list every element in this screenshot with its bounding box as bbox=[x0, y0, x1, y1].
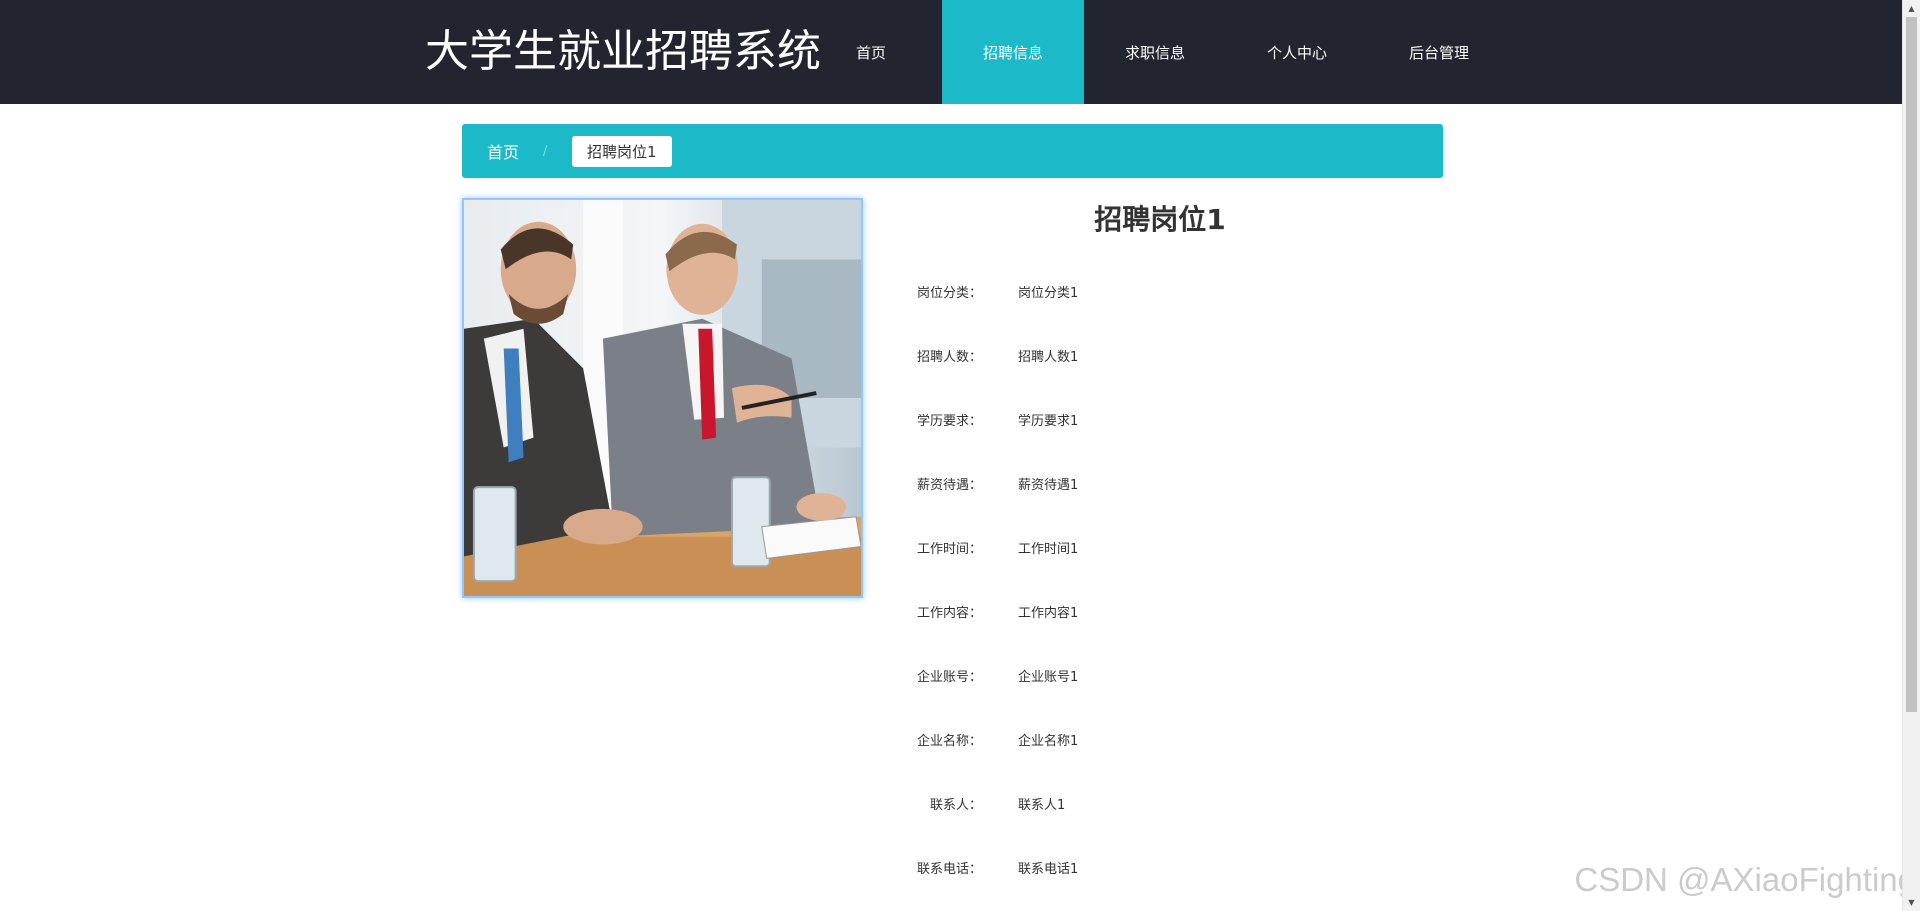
breadcrumb-separator: / bbox=[543, 143, 548, 159]
label-job-category: 岗位分类： bbox=[916, 286, 982, 301]
detail-row: 企业账号： 企业账号1 bbox=[880, 654, 1440, 718]
detail-row: 企业名称： 企业名称1 bbox=[880, 718, 1440, 782]
detail-row: 学历要求： 学历要求1 bbox=[880, 398, 1440, 462]
value-work-time: 工作时间1 bbox=[1018, 542, 1079, 557]
nav-admin[interactable]: 后台管理 bbox=[1368, 0, 1510, 104]
breadcrumb-home-link[interactable]: 首页 bbox=[487, 124, 519, 178]
detail-row: 薪资待遇： 薪资待遇1 bbox=[880, 462, 1440, 526]
value-company-account: 企业账号1 bbox=[1018, 670, 1079, 685]
csdn-watermark: CSDN @AXiaoFighting bbox=[1574, 861, 1916, 898]
job-details: 岗位分类： 岗位分类1 招聘人数： 招聘人数1 学历要求： 学历要求1 薪资待遇… bbox=[880, 270, 1440, 910]
scroll-up-arrow-icon[interactable]: ▲ bbox=[1903, 0, 1920, 17]
scroll-down-arrow-icon[interactable]: ▼ bbox=[1903, 894, 1920, 911]
value-company-name: 企业名称1 bbox=[1018, 734, 1079, 749]
label-work-content: 工作内容： bbox=[916, 606, 982, 621]
detail-row: 工作时间： 工作时间1 bbox=[880, 526, 1440, 590]
job-title: 招聘岗位1 bbox=[1094, 203, 1226, 236]
job-photo-image bbox=[464, 200, 861, 596]
detail-row: 工作内容： 工作内容1 bbox=[880, 590, 1440, 654]
nav-home[interactable]: 首页 bbox=[800, 0, 942, 104]
value-contact-phone: 联系电话1 bbox=[1018, 862, 1079, 877]
label-contact-person: 联系人： bbox=[929, 798, 982, 813]
label-headcount: 招聘人数： bbox=[916, 350, 982, 365]
detail-row: 联系人： 联系人1 bbox=[880, 782, 1440, 846]
top-header: 大学生就业招聘系统 首页 招聘信息 求职信息 个人中心 后台管理 bbox=[0, 0, 1902, 104]
nav-personal-center[interactable]: 个人中心 bbox=[1226, 0, 1368, 104]
label-education: 学历要求： bbox=[916, 414, 982, 429]
job-photo bbox=[462, 198, 863, 598]
site-title[interactable]: 大学生就业招聘系统 bbox=[425, 24, 821, 80]
value-contact-person: 联系人1 bbox=[1018, 798, 1066, 813]
breadcrumb-current: 招聘岗位1 bbox=[572, 136, 672, 167]
value-work-content: 工作内容1 bbox=[1018, 606, 1079, 621]
value-job-category: 岗位分类1 bbox=[1018, 286, 1079, 301]
label-work-time: 工作时间： bbox=[916, 542, 982, 557]
label-salary: 薪资待遇： bbox=[916, 478, 982, 493]
label-company-account: 企业账号： bbox=[916, 670, 982, 685]
value-salary: 薪资待遇1 bbox=[1018, 478, 1079, 493]
scrollbar-thumb[interactable] bbox=[1906, 17, 1917, 712]
value-headcount: 招聘人数1 bbox=[1018, 350, 1079, 365]
detail-row: 岗位分类： 岗位分类1 bbox=[880, 270, 1440, 334]
main-nav: 首页 招聘信息 求职信息 个人中心 后台管理 bbox=[800, 0, 1510, 104]
vertical-scrollbar[interactable]: ▲ ▼ bbox=[1902, 0, 1920, 911]
breadcrumb: 首页 / 招聘岗位1 bbox=[462, 124, 1443, 178]
page: 大学生就业招聘系统 首页 招聘信息 求职信息 个人中心 后台管理 首页 / 招聘… bbox=[0, 0, 1920, 911]
detail-row: 招聘人数： 招聘人数1 bbox=[880, 334, 1440, 398]
label-contact-phone: 联系电话： bbox=[916, 862, 982, 877]
value-education: 学历要求1 bbox=[1018, 414, 1079, 429]
nav-job-seeking-info[interactable]: 求职信息 bbox=[1084, 0, 1226, 104]
label-company-name: 企业名称： bbox=[916, 734, 982, 749]
nav-recruitment-info[interactable]: 招聘信息 bbox=[942, 0, 1084, 104]
detail-row: 联系电话： 联系电话1 bbox=[880, 846, 1440, 910]
